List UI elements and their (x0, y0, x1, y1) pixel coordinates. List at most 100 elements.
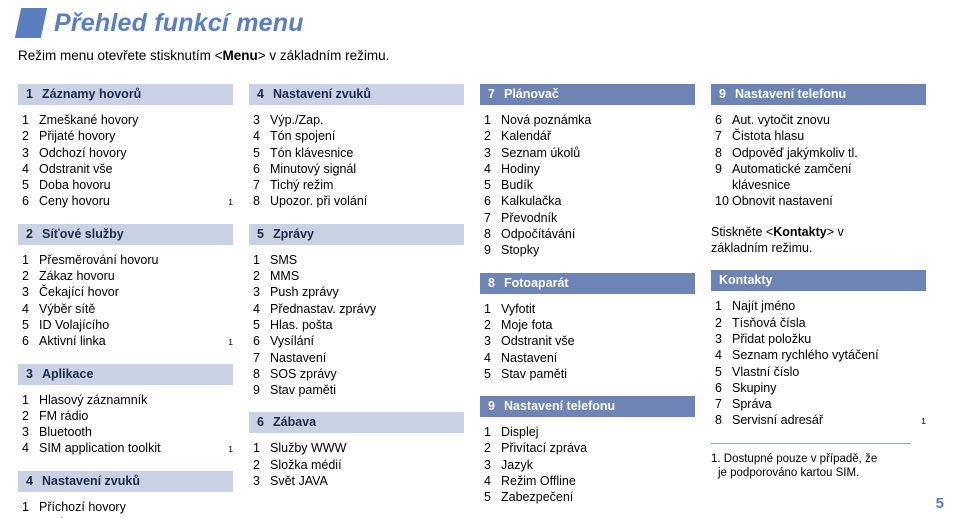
list-item: 4 Režim Offline (484, 473, 695, 489)
item-label: Bluetooth (39, 425, 92, 440)
item-label: Stav paměti (270, 383, 337, 398)
list-item: 1 Služby WWW (253, 440, 464, 456)
item-label: Doba hovoru (39, 178, 111, 193)
list-item: 1 Hlasový záznamník (22, 392, 233, 408)
page-title: Přehled funkcí menu (54, 8, 304, 37)
item-number: 5 (484, 178, 491, 193)
item-label: FM rádio (39, 408, 89, 423)
section-items-nastaveni-telefonu-1: 1 Displej 2 Přivítací zpráva 3 Jazyk 4 Režim… (480, 424, 695, 505)
section-title: Záznamy hovorů (42, 87, 142, 101)
item-label: Nastavení (501, 350, 558, 365)
list-item: 1 Displej (484, 424, 695, 440)
item-number: 6 (22, 334, 29, 349)
list-item: 1 Zmeškané hovory (22, 112, 233, 128)
item-label: Čekající hovor (39, 285, 119, 300)
section-title: Fotoaparát (504, 275, 569, 290)
list-item: 7 Tichý režim (253, 177, 464, 193)
item-number: 3 (484, 334, 491, 349)
item-number: 3 (484, 145, 491, 160)
menu-columns: 1 Záznamy hovorů 1 Zmeškané hovory 2 Přija… (18, 84, 942, 518)
item-number: 6 (22, 194, 29, 209)
contacts-note-pre: Stiskněte < (711, 224, 774, 239)
list-item: 2 MMS (253, 268, 464, 284)
item-label: Odstranit vše (501, 334, 575, 349)
list-item: 4 Přednastav. zprávy (253, 301, 464, 317)
list-item: 3 Přidat položku (715, 331, 926, 347)
section-title: Nastavení zvuků (42, 473, 140, 488)
list-item: 1 SMS (253, 252, 464, 268)
section-title: Plánovač (504, 87, 559, 101)
list-item: 5 Budík (484, 177, 695, 193)
item-label: klávesnice (732, 178, 791, 193)
item-label: Čistota hlasu (732, 129, 805, 144)
section-items-planovac: 1 Nová poznámka 2 Kalendář 3 Seznam úkolů 4… (480, 112, 695, 259)
list-item: 2 Kalendář (484, 128, 695, 144)
item-label: Přednastav. zprávy (270, 301, 377, 316)
list-item: 6 Ceny hovoru 1 (22, 194, 233, 209)
section-number: 5 (257, 226, 264, 241)
item-label: Zmeškané hovory (39, 113, 139, 127)
item-number: 1 (484, 113, 491, 127)
item-number: 7 (715, 129, 722, 144)
list-item: 7 Čistota hlasu (715, 128, 926, 144)
item-label: Zabezpečení (501, 490, 574, 505)
item-number: 2 (484, 129, 491, 144)
contacts-note-post: > v (826, 224, 844, 239)
page-header: Přehled funkcí menu (14, 8, 304, 38)
item-label: Skupiny (732, 380, 777, 395)
subtitle-key: Menu (222, 48, 258, 63)
list-item: 2 Zákaz hovoru (22, 268, 233, 284)
item-label: Příchozí hovory (39, 499, 126, 514)
item-label: Vyfotit (501, 301, 536, 316)
item-label: Obnovit nastavení (732, 194, 833, 209)
item-label: Moje fota (501, 317, 553, 332)
item-label: Kalkulačka (501, 194, 562, 209)
list-item: 7 Převodník (484, 210, 695, 226)
item-label: Přijaté hovory (39, 129, 116, 144)
item-number: 1 (22, 499, 29, 514)
list-item: klávesnice (715, 177, 926, 193)
item-number: 10 (715, 194, 729, 209)
section-number: 3 (26, 366, 33, 381)
section-items-nastaveni-telefonu-2: 6 Aut. vytočit znovu 7 Čistota hlasu 8 Odpo… (711, 112, 926, 210)
section-title: Síťové služby (42, 226, 124, 241)
item-number: 2 (484, 441, 491, 456)
list-item: 6 Kalkulačka (484, 193, 695, 209)
item-number: 7 (484, 210, 491, 225)
section-header-zabava: 6 Zábava (249, 412, 464, 434)
item-label: Odchozí hovory (39, 145, 127, 160)
item-label: Svět JAVA (270, 474, 328, 489)
item-number: 4 (484, 350, 491, 365)
section-header-zpravy: 5 Zprávy (249, 223, 464, 245)
section-header-nastaveni-zvuku-2: 4 Nastavení zvuků (249, 84, 464, 105)
item-number: 5 (22, 317, 29, 332)
list-item: 5 Stav paměti (484, 366, 695, 382)
item-number: 4 (484, 161, 491, 176)
item-number: 3 (22, 425, 29, 440)
list-item: 3 Seznam úkolů (484, 145, 695, 161)
item-label: Seznam rychlého vytáčení (732, 348, 879, 363)
section-header-kontakty: Kontakty (711, 270, 926, 292)
item-label: Aktivní linka (39, 334, 106, 349)
list-item: 9 Automatické zamčení (715, 161, 926, 177)
section-number: 9 (488, 399, 495, 414)
footnote-line-2: je podporováno kartou SIM. (718, 467, 860, 480)
item-number: 5 (715, 364, 722, 379)
item-label: Hlas. pošta (270, 317, 333, 332)
item-number: 2 (22, 269, 29, 284)
item-label: Zákaz hovoru (39, 269, 115, 284)
item-label: SIM application toolkit (39, 441, 161, 456)
list-item: 4 Tón spojení (253, 128, 464, 144)
list-item: 8 Upozor. při volání (253, 193, 464, 209)
subtitle-post: > v základním režimu. (257, 48, 390, 63)
item-label: Tísňová čísla (732, 315, 806, 330)
section-items-sitove-sluzby: 1 Přesměrování hovoru 2 Zákaz hovoru 3 Čeka… (18, 252, 233, 350)
section-title: Aplikace (42, 366, 94, 381)
list-item: 4 Nastavení (484, 350, 695, 366)
item-label: Nová poznámka (501, 113, 592, 127)
item-label: SMS (270, 252, 298, 267)
item-label: Upozor. při volání (270, 194, 368, 209)
list-item: 1 Najít jméno (715, 298, 926, 314)
item-label: Automatické zamčení (732, 161, 852, 176)
item-label: Aut. vytočit znovu (732, 113, 830, 127)
